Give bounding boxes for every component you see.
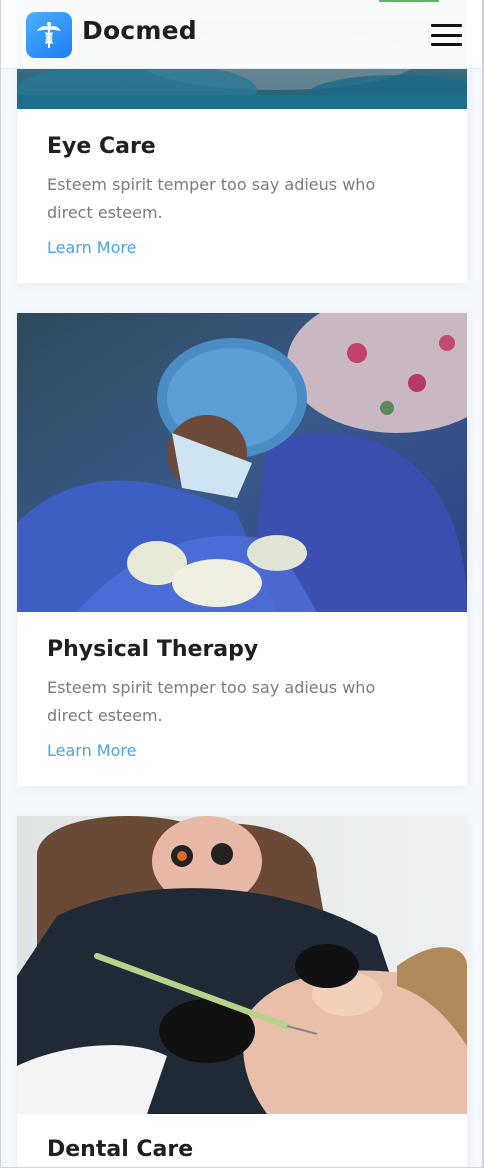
service-description: Esteem spirit temper too say adieus who … — [47, 678, 376, 725]
site-header: Docmed — [1, 0, 482, 69]
logo[interactable] — [26, 12, 72, 58]
service-card-dental-care: Dental Care — [17, 816, 467, 1167]
brand-name[interactable]: Docmed — [82, 16, 197, 45]
menu-line — [431, 33, 462, 37]
surgeons-operating-photo — [17, 313, 467, 612]
menu-line — [431, 43, 462, 46]
service-description: Esteem spirit temper too say adieus who … — [47, 175, 376, 222]
dentist-patient-photo — [17, 816, 467, 1114]
service-card-physical-therapy: Physical Therapy Esteem spirit temper to… — [17, 313, 467, 786]
hamburger-menu-icon[interactable] — [431, 24, 462, 46]
menu-line — [431, 24, 462, 27]
learn-more-link[interactable]: Learn More — [47, 740, 136, 762]
page-frame: Docmed Eye Care Esteem spirit temper too… — [0, 0, 484, 1168]
service-title: Physical Therapy — [47, 637, 259, 662]
caduceus-icon — [37, 22, 61, 48]
learn-more-link[interactable]: Learn More — [47, 237, 136, 259]
service-title: Eye Care — [47, 134, 156, 159]
service-title: Dental Care — [47, 1137, 194, 1162]
top-accent-bar — [379, 0, 439, 2]
